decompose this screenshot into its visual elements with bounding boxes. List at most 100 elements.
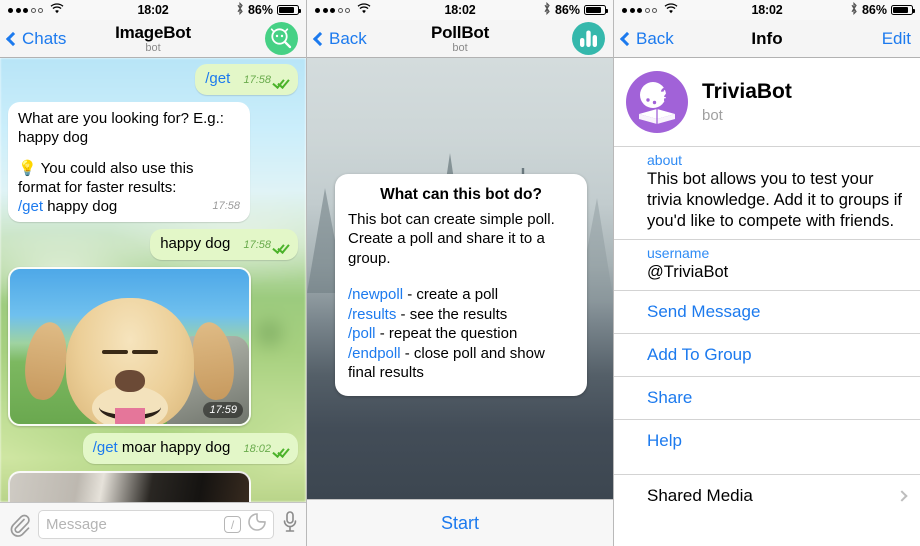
- microphone-icon[interactable]: [282, 510, 298, 539]
- bubble-line-1: What are you looking for? E.g.: happy do…: [18, 110, 224, 146]
- imagebot-search-avatar-icon[interactable]: [265, 22, 298, 55]
- command-link[interactable]: /poll: [348, 325, 376, 342]
- command-link[interactable]: /newpoll: [348, 286, 403, 303]
- card-description: This bot can create simple poll. Create …: [348, 210, 555, 267]
- message-row: [8, 471, 298, 502]
- command-link[interactable]: /get: [18, 198, 43, 215]
- message-row: happy dog 17:58: [8, 229, 298, 260]
- message-row: 17:59: [8, 267, 298, 426]
- dog-eye-left: [101, 350, 128, 354]
- command-desc: - see the results: [396, 305, 508, 323]
- start-button[interactable]: Start: [307, 499, 613, 546]
- shared-media-label: Shared Media: [647, 486, 753, 505]
- section-label: about: [647, 152, 683, 168]
- bluetooth-icon: [236, 1, 244, 18]
- status-right: 86%: [543, 1, 608, 18]
- action-send-message[interactable]: Send Message: [614, 290, 920, 333]
- status-bar: 18:02 86%: [614, 0, 920, 20]
- message-meta: 18:02: [243, 440, 289, 459]
- section-value: @TriviaBot: [647, 263, 729, 281]
- command-link[interactable]: /get: [205, 70, 230, 87]
- profile-name: TriviaBot: [702, 80, 792, 104]
- paperclip-icon[interactable]: [8, 513, 30, 537]
- dog-photo-image: 17:59: [10, 269, 249, 424]
- shared-media-row[interactable]: Shared Media: [614, 474, 920, 517]
- command-link[interactable]: /endpoll: [348, 345, 401, 362]
- double-check-icon: [274, 445, 289, 455]
- outgoing-bubble-moar[interactable]: /get moar happy dog 18:02: [82, 433, 298, 464]
- command-link[interactable]: /get: [93, 439, 118, 456]
- command-item[interactable]: /newpoll - create a poll: [348, 285, 574, 305]
- message-placeholder: Message: [46, 516, 107, 533]
- lightbulb-icon: 💡: [18, 160, 37, 177]
- section-value: This bot allows you to test your trivia …: [647, 170, 902, 230]
- message-time: 17:58: [212, 200, 240, 212]
- search-input[interactable]: Message /: [38, 510, 274, 539]
- command-list: /newpoll - create a poll /results - see …: [348, 285, 574, 383]
- message-row: /get moar happy dog 18:02: [8, 433, 298, 464]
- status-bar: 18:02 86%: [307, 0, 613, 20]
- action-share[interactable]: Share: [614, 376, 920, 419]
- bot-description-card[interactable]: What can this bot do? This bot can creat…: [335, 174, 587, 396]
- message-input-bar: Message /: [0, 502, 306, 546]
- incoming-bubble-prompt[interactable]: What are you looking for? E.g.: happy do…: [8, 102, 250, 222]
- section-username: username @TriviaBot: [614, 239, 920, 290]
- bubble-line-2: 💡 You could also use this format for fas…: [18, 159, 240, 197]
- info-content: ? TriviaBot bot about This bot allows yo…: [614, 58, 920, 546]
- battery-percent: 86%: [861, 3, 887, 17]
- page-subtitle: bot: [145, 41, 161, 54]
- card-heading: What can this bot do?: [380, 186, 542, 203]
- page-subtitle: bot: [452, 41, 468, 54]
- message-meta: 17:58: [243, 236, 289, 255]
- chat-area-pollbot[interactable]: What can this bot do? This bot can creat…: [307, 58, 613, 499]
- nav-bar-info: Back Info Edit: [614, 20, 920, 58]
- nav-bar-imagebot: Chats ImageBot bot: [0, 20, 306, 58]
- message-text: happy dog: [160, 235, 231, 252]
- panel-imagebot-chat: 18:02 86% Chats ImageBot bot /get 17:58 …: [0, 0, 307, 546]
- status-bar: 18:02 86%: [0, 0, 306, 20]
- section-about: about This bot allows you to test your t…: [614, 146, 920, 239]
- page-title: ImageBot: [115, 22, 191, 42]
- dog-ear-left: [20, 319, 72, 403]
- command-item[interactable]: /poll - repeat the question: [348, 324, 574, 344]
- profile-header: ? TriviaBot bot: [614, 58, 920, 146]
- chat-messages-imagebot[interactable]: /get 17:58 What are you looking for? E.g…: [0, 58, 306, 502]
- photo-message-second-dog[interactable]: [8, 471, 251, 502]
- section-label: username: [647, 245, 710, 261]
- edit-button[interactable]: Edit: [882, 29, 911, 49]
- double-check-icon: [274, 241, 289, 251]
- message-time: 18:02: [243, 443, 271, 455]
- profile-subtitle: bot: [702, 106, 723, 124]
- dog-head: [65, 298, 194, 424]
- action-add-to-group[interactable]: Add To Group: [614, 333, 920, 376]
- outgoing-bubble-happy-dog[interactable]: happy dog 17:58: [150, 229, 298, 260]
- command-desc: - repeat the question: [375, 325, 518, 342]
- dog-tongue: [114, 408, 145, 424]
- dog-nose: [114, 370, 145, 392]
- command-item[interactable]: /endpoll - close poll and show final res…: [348, 344, 574, 383]
- battery-icon: [277, 5, 301, 15]
- outgoing-bubble-get[interactable]: /get 17:58: [195, 64, 298, 95]
- message-time: 17:58: [243, 239, 271, 251]
- message-meta: 17:58: [243, 71, 289, 90]
- photo-timestamp: 17:59: [203, 402, 243, 418]
- slash-command-icon[interactable]: /: [224, 516, 241, 533]
- three-phone-screens: 18:02 86% Chats ImageBot bot /get 17:58 …: [0, 0, 920, 546]
- command-link[interactable]: /results: [348, 306, 396, 323]
- battery-percent: 86%: [554, 3, 580, 17]
- sticker-icon[interactable]: [248, 513, 266, 536]
- dog-eye-right: [131, 350, 158, 354]
- chevron-right-icon: [896, 490, 908, 502]
- pollbot-chart-avatar-icon[interactable]: [572, 22, 605, 55]
- message-text: moar happy dog: [117, 439, 231, 456]
- slash-glyph: /: [230, 517, 235, 532]
- status-right: 86%: [850, 1, 915, 18]
- photo-message-dog[interactable]: 17:59: [8, 267, 251, 426]
- bubble-line-3-text: happy dog: [43, 198, 118, 215]
- command-desc: - create a poll: [403, 286, 499, 303]
- bubble-line-3: /get happy dog 17:58: [18, 197, 240, 216]
- message-list: /get 17:58 What are you looking for? E.g…: [0, 58, 306, 502]
- action-help[interactable]: Help: [614, 419, 920, 462]
- command-item[interactable]: /results - see the results: [348, 305, 574, 325]
- panel-pollbot-chat: 18:02 86% Back PollBot bot What can this…: [307, 0, 614, 546]
